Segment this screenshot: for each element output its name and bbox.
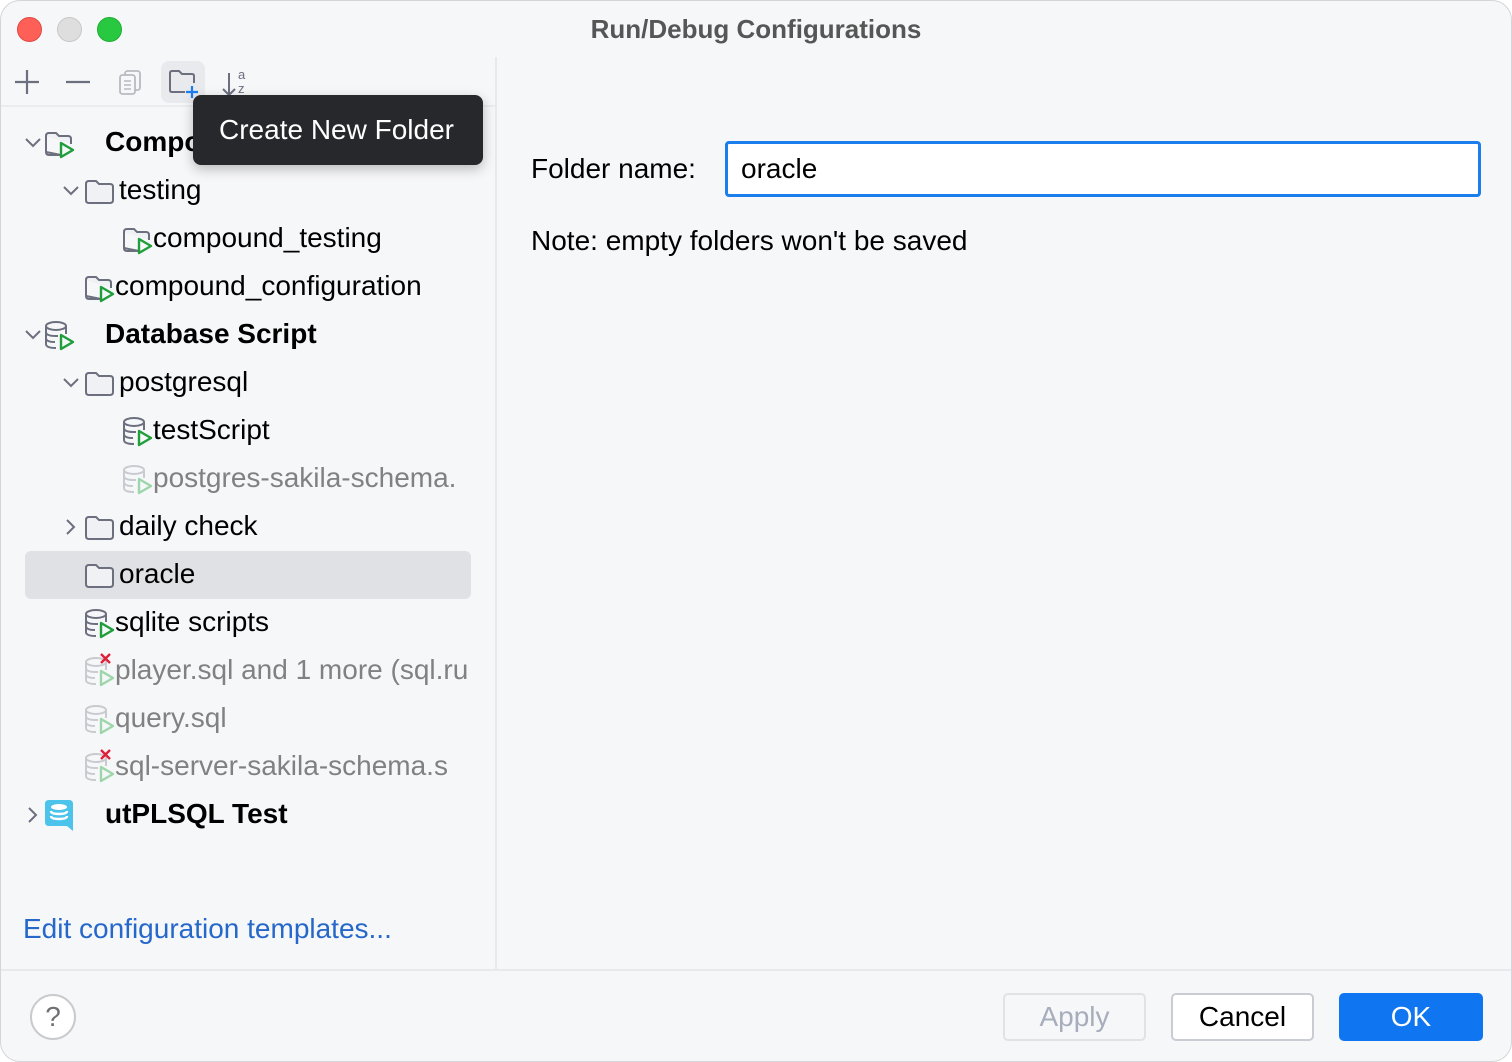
tree-item-oracle[interactable]: oracle (25, 551, 471, 599)
compound-icon (81, 269, 117, 305)
configurations-panel: a z Compound testing compound_testing compo… (1, 57, 496, 969)
folder-name-label: Folder name: (531, 153, 696, 184)
svg-text:z: z (238, 81, 245, 96)
tree-item-label: compound_configuration (115, 270, 422, 301)
database-run-icon (81, 701, 117, 737)
tree-item-label: utPLSQL Test (105, 798, 288, 829)
chevron-right-icon[interactable] (61, 517, 81, 537)
cancel-button[interactable]: Cancel (1171, 993, 1314, 1041)
sort-alpha-icon: a z (222, 67, 246, 97)
tree-item-label: compound_testing (153, 222, 382, 253)
database-run-error-icon (81, 749, 117, 785)
tree-item-label: sql-server-sakila-schema.s (115, 750, 448, 781)
tree-item-label: player.sql and 1 more (sql.ru (115, 654, 469, 685)
tree-item-testing[interactable]: testing (25, 167, 471, 215)
chevron-down-icon[interactable] (61, 373, 81, 393)
title-bar: Run/Debug Configurations (1, 1, 1511, 57)
tree-item-sql-server-sakila-schema-s[interactable]: sql-server-sakila-schema.s (25, 743, 471, 791)
chevron-right-icon[interactable] (23, 805, 43, 825)
tree-item-sqlite-scripts[interactable]: sqlite scripts (25, 599, 471, 647)
tree-item-label: query.sql (115, 702, 227, 733)
tree-item-label: postgresql (119, 366, 249, 397)
compound-icon (41, 125, 77, 161)
tree-item-testscript[interactable]: testScript (25, 407, 471, 455)
tree-item-database-script[interactable]: Database Script (25, 311, 471, 359)
tree-item-label: daily check (119, 510, 258, 541)
tree-item-label: Database Script (105, 318, 317, 349)
tree-item-daily-check[interactable]: daily check (25, 503, 471, 551)
utplsql-icon (41, 797, 77, 833)
tree-item-utplsql-test[interactable]: utPLSQL Test (25, 791, 471, 839)
chevron-down-icon[interactable] (61, 181, 81, 201)
tree-item-postgresql[interactable]: postgresql (25, 359, 471, 407)
footer-divider (1, 969, 1511, 971)
chevron-down-icon[interactable] (23, 133, 43, 153)
plus-icon (15, 70, 39, 94)
folder-name-input[interactable] (725, 141, 1481, 197)
compound-icon (119, 221, 155, 257)
tree-item-label: postgres-sakila-schema. (153, 462, 457, 493)
database-run-icon (119, 461, 155, 497)
database-run-error-icon (81, 653, 117, 689)
apply-button[interactable]: Apply (1003, 993, 1146, 1041)
tree-item-compound-configuration[interactable]: compound_configuration (25, 263, 471, 311)
tree-item-player-sql-and-1-more-sql-ru[interactable]: player.sql and 1 more (sql.ru (25, 647, 471, 695)
copy-configuration-button[interactable] (108, 61, 152, 103)
tree-item-label: testScript (153, 414, 270, 445)
run-debug-configurations-dialog: Run/Debug Configurations a z Compound te… (0, 0, 1512, 1062)
folder-icon (81, 557, 117, 593)
empty-folders-note: Note: empty folders won't be saved (531, 225, 968, 256)
edit-configuration-templates-link[interactable]: Edit configuration templates... (23, 913, 392, 945)
database-run-icon (119, 413, 155, 449)
tooltip-create-new-folder: Create New Folder (193, 95, 483, 165)
tree-item-query-sql[interactable]: query.sql (25, 695, 471, 743)
window-title: Run/Debug Configurations (590, 14, 922, 44)
folder-icon (81, 173, 117, 209)
database-run-icon (81, 605, 117, 641)
minus-icon (66, 80, 90, 84)
chevron-down-icon[interactable] (23, 325, 43, 345)
remove-configuration-button[interactable] (56, 61, 100, 103)
tree-item-postgres-sakila-schema[interactable]: postgres-sakila-schema. (25, 455, 471, 503)
folder-settings-panel: Folder name: Note: empty folders won't b… (497, 57, 1511, 969)
tree-item-label: sqlite scripts (115, 606, 270, 637)
tree-item-label: testing (119, 174, 202, 205)
question-mark-icon: ? (45, 1001, 61, 1032)
tree-item-label: oracle (119, 558, 196, 589)
help-button[interactable]: ? (30, 994, 76, 1040)
folder-icon (81, 365, 117, 401)
database-run-icon (41, 317, 77, 353)
tree-item-compound-testing[interactable]: compound_testing (25, 215, 471, 263)
svg-text:a: a (238, 67, 246, 82)
copy-icon (119, 70, 141, 95)
ok-button[interactable]: OK (1339, 993, 1483, 1041)
add-configuration-button[interactable] (5, 61, 49, 103)
configurations-tree: Compound testing compound_testing compound_… (1, 119, 496, 839)
folder-icon (81, 509, 117, 545)
folder-plus-icon (169, 70, 198, 98)
